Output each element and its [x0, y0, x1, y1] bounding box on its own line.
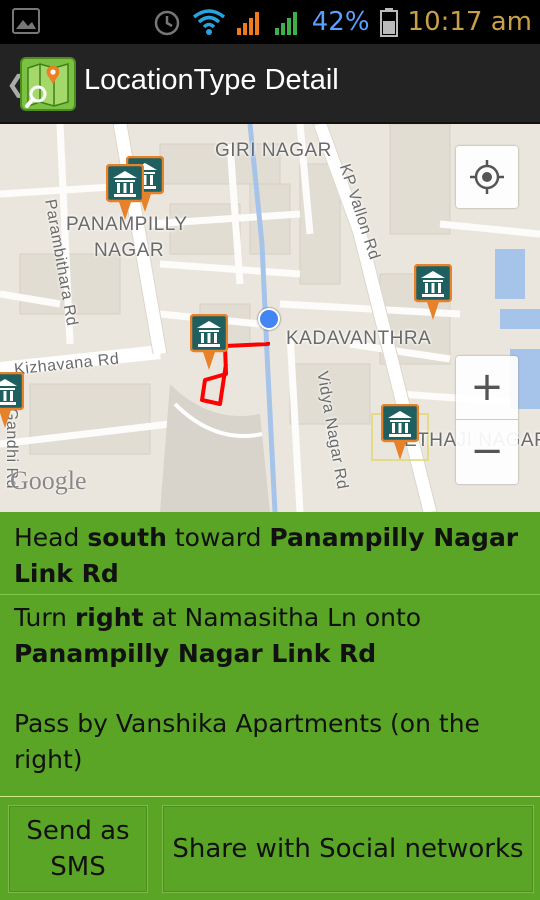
app-logo-map-icon[interactable]: [20, 56, 76, 112]
battery-percent: 42%: [311, 7, 370, 37]
step-divider: [0, 594, 540, 595]
map-label-kadavanthra: KADAVANTHRA: [286, 328, 432, 349]
page-title: LocationType Detail: [84, 64, 339, 96]
crosshair-icon: [470, 160, 504, 194]
current-location-dot: [258, 308, 280, 330]
my-location-button[interactable]: [456, 146, 518, 208]
signal-sim2-icon: [274, 12, 297, 35]
monument-marker-icon[interactable]: [381, 404, 419, 462]
status-bar: 42% 10:17 am: [0, 0, 540, 44]
direction-step-1: Head south toward Panampilly Nagar Link …: [14, 523, 519, 588]
action-button-row: Send as SMS Share with Social networks: [0, 796, 540, 900]
zoom-controls: + −: [456, 356, 518, 484]
signal-sim1-icon: [236, 12, 259, 35]
send-as-sms-button[interactable]: Send as SMS: [8, 805, 148, 893]
zoom-in-button[interactable]: +: [456, 356, 518, 420]
status-icons: 42% 10:17 am: [152, 0, 532, 44]
battery-icon: [379, 8, 398, 37]
direction-step-3: Pass by Vanshika Apartments (on the righ…: [14, 709, 480, 774]
monument-marker-icon[interactable]: [414, 264, 452, 322]
map-label-panampilly-nagar: NAGAR: [94, 240, 165, 261]
google-attribution[interactable]: Google: [10, 466, 87, 496]
action-bar: ❮ LocationType Detail: [0, 44, 540, 124]
gallery-notification-icon: [12, 8, 40, 34]
zoom-out-button[interactable]: −: [456, 420, 518, 484]
wifi-icon: [192, 9, 225, 35]
share-social-button[interactable]: Share with Social networks: [162, 805, 534, 893]
direction-step-2: Turn right at Namasitha Ln onto Panampil…: [14, 603, 422, 668]
monument-marker-icon[interactable]: [106, 164, 144, 222]
monument-marker-icon[interactable]: [190, 314, 228, 372]
monument-marker-icon[interactable]: [0, 372, 24, 430]
alarm-icon: [154, 10, 179, 36]
clock: 10:17 am: [407, 7, 532, 37]
map-label-giri-nagar: GIRI NAGAR: [215, 140, 332, 161]
map-view[interactable]: GIRI NAGAR PANAMPILLY NAGAR KADAVANTHRA …: [0, 124, 540, 512]
